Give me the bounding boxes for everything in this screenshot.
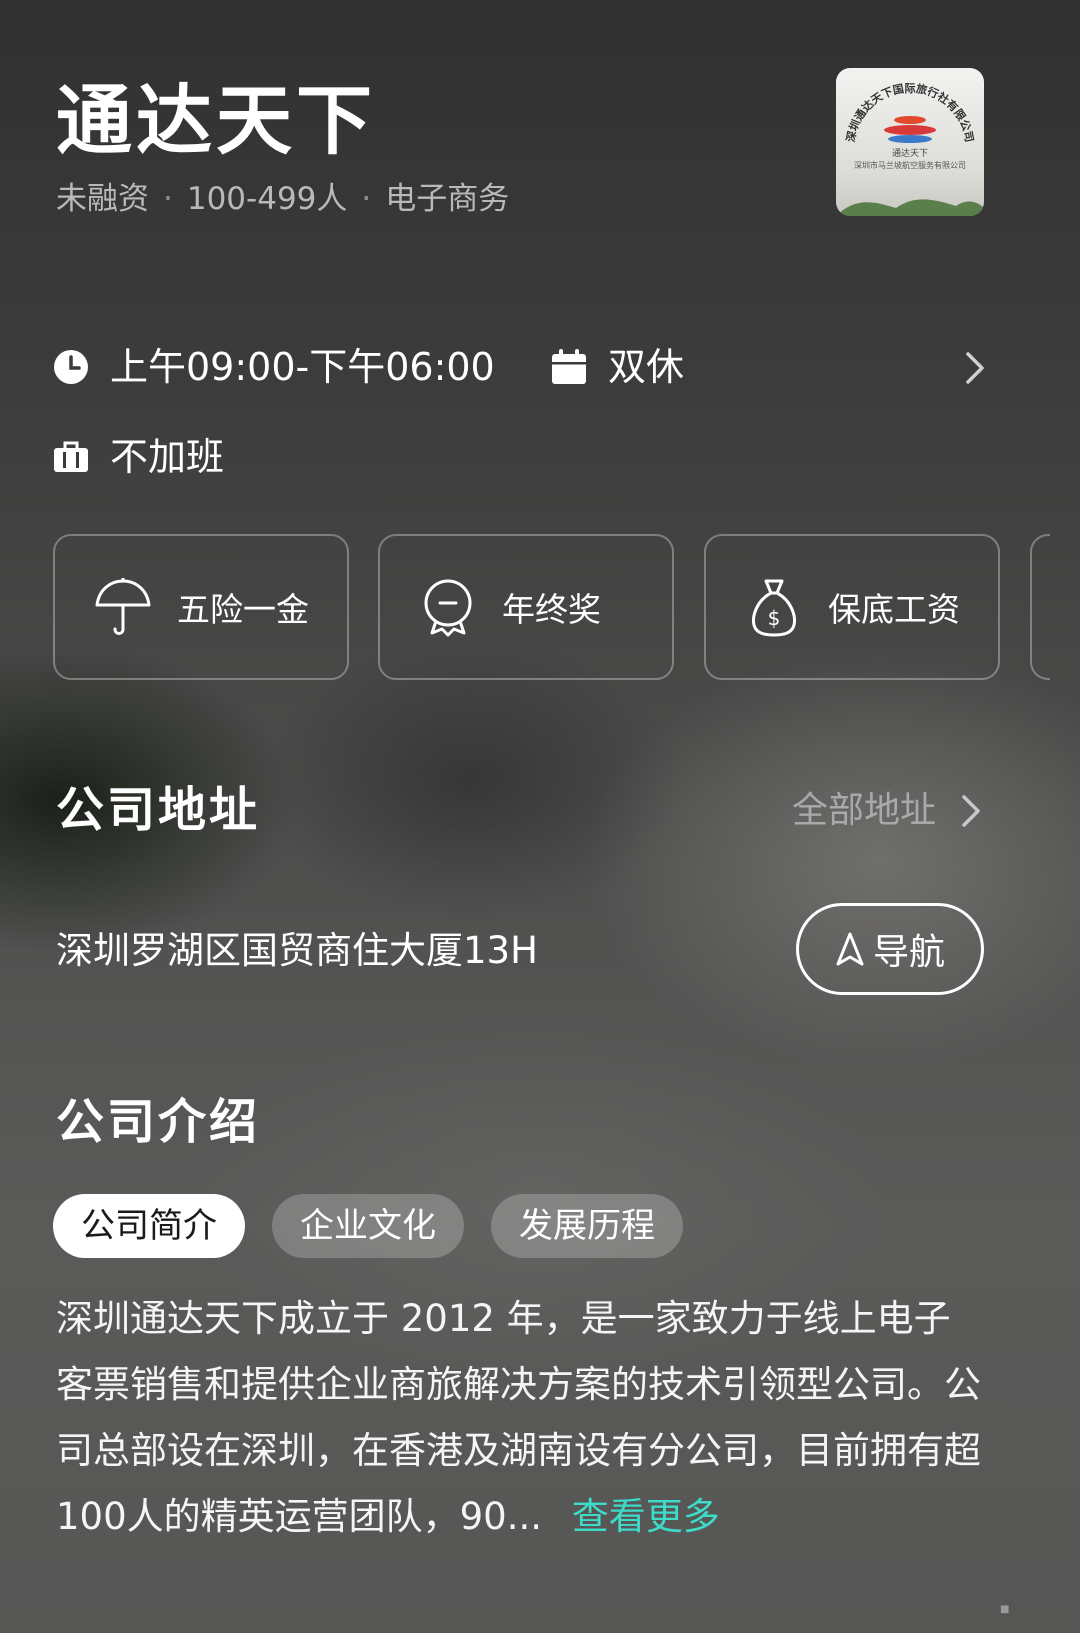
rest-days-text: 双休 [608, 345, 685, 389]
intro-section-title: 公司介绍 [56, 1094, 261, 1150]
svg-text:$: $ [768, 606, 781, 630]
company-address: 深圳罗湖区国贸商住大厦13H [56, 929, 538, 972]
navigation-button[interactable]: 导航 [796, 903, 984, 995]
address-section-title: 公司地址 [56, 782, 261, 838]
rest-days[interactable]: 双休 [550, 340, 684, 394]
benefit-card[interactable]: 年终奖 [378, 534, 674, 680]
logo-swoosh-red [894, 116, 926, 124]
company-meta: 未融资 · 100-499人 · 电子商务 [56, 178, 509, 220]
overtime: 不加班 [52, 430, 224, 484]
medal-icon [424, 579, 472, 637]
logo-swoosh-red2 [884, 125, 936, 135]
logo-graphic: 深圳通达天下国际旅行社有限公司 通达天下 深圳市马兰坡航空服务有限公司 [836, 81, 984, 216]
overtime-text: 不加班 [110, 435, 225, 479]
navigation-arrow-icon [836, 932, 864, 966]
work-hours-text: 上午09:00-下午06:00 [110, 345, 495, 389]
logo-plants [836, 199, 984, 216]
briefcase-icon [54, 441, 88, 472]
benefit-card[interactable]: 五险一金 [53, 534, 349, 680]
company-intro: 深圳通达天下成立于 2012 年，是一家致力于线上电子客票销售和提供企业商旅解决… [56, 1286, 986, 1550]
tab-company-profile[interactable]: 公司简介 [53, 1194, 245, 1258]
benefit-card-partial[interactable] [1030, 534, 1050, 680]
work-hours[interactable]: 上午09:00-下午06:00 [52, 340, 495, 394]
umbrella-icon [95, 578, 151, 635]
money-bag-icon: $ [752, 579, 796, 637]
calendar-icon [552, 349, 586, 384]
meta-separator: · [163, 181, 173, 217]
clock-icon [54, 350, 88, 384]
see-more-link[interactable]: 查看更多 [572, 1495, 720, 1538]
chevron-right-icon [962, 795, 980, 827]
company-size: 100-499人 [186, 181, 348, 217]
watermark: ■ [1000, 1604, 1010, 1615]
tab-history[interactable]: 发展历程 [491, 1194, 683, 1258]
benefit-card[interactable]: $ 保底工资 [704, 534, 1000, 680]
logo-sub-text: 深圳市马兰坡航空服务有限公司 [854, 160, 966, 170]
all-addresses-link[interactable]: 全部地址 [792, 786, 986, 836]
benefit-label: 年终奖 [502, 590, 601, 629]
navigation-label: 导航 [872, 932, 945, 973]
logo-brand-text: 通达天下 [892, 147, 928, 159]
meta-separator: · [361, 181, 372, 217]
benefit-label: 保底工资 [828, 590, 960, 629]
logo-swoosh-blue [888, 135, 932, 143]
company-name: 通达天下 [56, 76, 376, 165]
company-intro-text: 深圳通达天下成立于 2012 年，是一家致力于线上电子客票销售和提供企业商旅解决… [56, 1297, 981, 1538]
funding-status: 未融资 [56, 181, 149, 217]
company-industry: 电子商务 [385, 181, 510, 217]
company-logo[interactable]: 深圳通达天下国际旅行社有限公司 通达天下 深圳市马兰坡航空服务有限公司 [836, 68, 984, 216]
all-addresses-label: 全部地址 [792, 790, 937, 831]
benefit-label: 五险一金 [177, 590, 309, 629]
chevron-right-icon[interactable] [960, 350, 990, 386]
tab-corporate-culture[interactable]: 企业文化 [272, 1194, 464, 1258]
